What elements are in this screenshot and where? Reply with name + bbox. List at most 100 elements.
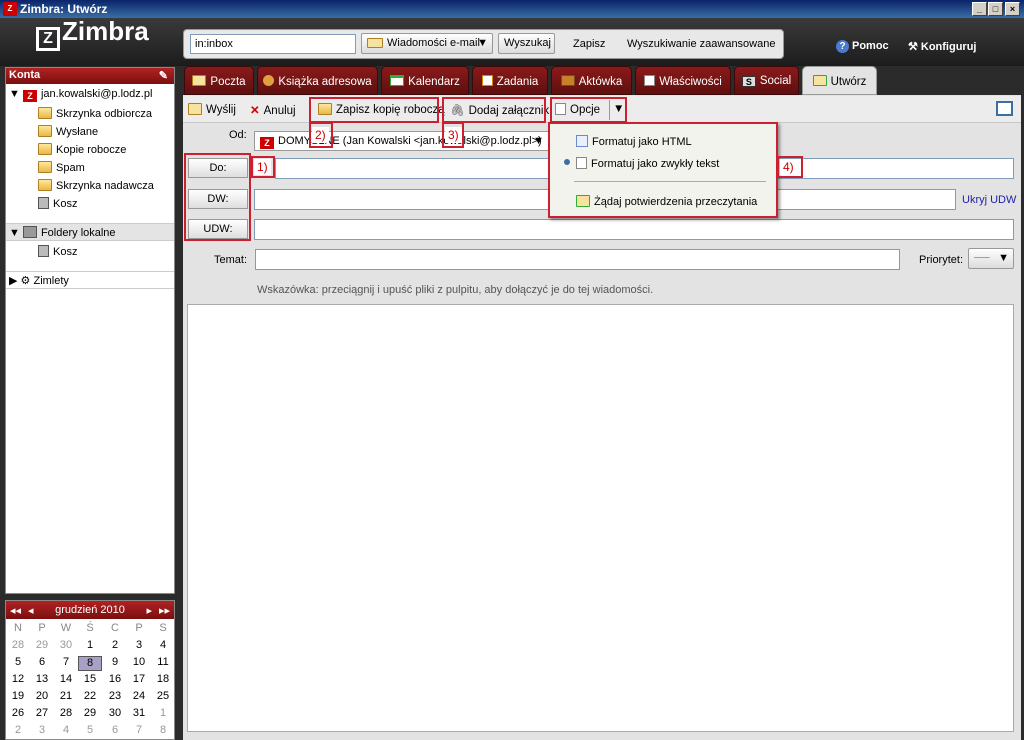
calendar-day[interactable]: 30 bbox=[103, 707, 127, 719]
search-type-select[interactable]: Wiadomości e-mail ▼ bbox=[361, 33, 493, 54]
annotation-box-4 bbox=[550, 97, 627, 123]
chevron-down-icon: ▼ bbox=[477, 37, 488, 49]
tab-calendar[interactable]: Kalendarz bbox=[381, 66, 469, 95]
calendar-day[interactable]: 5 bbox=[78, 724, 102, 736]
folder-sent[interactable]: Wysłane bbox=[38, 125, 98, 138]
calendar-day[interactable]: 29 bbox=[78, 707, 102, 719]
calendar-day[interactable]: 22 bbox=[78, 690, 102, 702]
bcc-field[interactable] bbox=[254, 219, 1014, 240]
tab-preferences[interactable]: Właściwości bbox=[635, 66, 731, 95]
calendar-day[interactable]: 21 bbox=[54, 690, 78, 702]
menu-item-format-plain[interactable]: Formatuj jako zwykły tekst bbox=[576, 157, 719, 170]
calendar-day[interactable]: 11 bbox=[151, 656, 175, 668]
calendar-icon bbox=[390, 75, 405, 86]
detach-window-icon[interactable] bbox=[996, 101, 1013, 116]
folder-trash[interactable]: Kosz bbox=[38, 197, 77, 210]
calendar-day[interactable]: 4 bbox=[151, 639, 175, 651]
menu-item-read-receipt[interactable]: Żądaj potwierdzenia przeczytania bbox=[576, 195, 757, 208]
briefcase-icon bbox=[560, 75, 575, 86]
calendar-day[interactable]: 16 bbox=[103, 673, 127, 685]
calendar-day[interactable]: 19 bbox=[6, 690, 30, 702]
send-button[interactable]: Wyślij bbox=[188, 100, 236, 120]
subject-field[interactable] bbox=[255, 249, 900, 270]
expand-arrow-icon[interactable]: ▼ bbox=[9, 227, 20, 239]
calendar-day[interactable]: 30 bbox=[54, 639, 78, 651]
calendar-day[interactable]: 7 bbox=[54, 656, 78, 668]
next-year-button[interactable]: ▸▸ bbox=[159, 604, 170, 617]
calendar-day[interactable]: 2 bbox=[6, 724, 30, 736]
menu-item-format-html[interactable]: Formatuj jako HTML bbox=[576, 135, 692, 148]
calendar-day[interactable]: 6 bbox=[103, 724, 127, 736]
advanced-search-link[interactable]: Wyszukiwanie zaawansowane bbox=[627, 38, 775, 50]
calendar-day[interactable]: 9 bbox=[103, 656, 127, 668]
local-folders-row[interactable]: ▼ Foldery lokalne bbox=[6, 223, 174, 241]
calendar-day[interactable]: 25 bbox=[151, 690, 175, 702]
calendar-day[interactable]: 13 bbox=[30, 673, 54, 685]
calendar-day[interactable]: 6 bbox=[30, 656, 54, 668]
calendar-day[interactable]: 2 bbox=[103, 639, 127, 651]
zimlets-row[interactable]: ▶ ⚙ Zimlety bbox=[6, 271, 174, 289]
calendar-day[interactable]: 8 bbox=[151, 724, 175, 736]
help-link[interactable]: ? Pomoc bbox=[836, 40, 889, 53]
calendar-day[interactable]: 26 bbox=[6, 707, 30, 719]
trash-icon bbox=[38, 245, 49, 257]
from-select[interactable]: Z DOMYŚLNE (Jan Kowalski <jan.kowalski@p.… bbox=[254, 131, 549, 151]
calendar-day[interactable]: 12 bbox=[6, 673, 30, 685]
calendar-day[interactable]: 3 bbox=[127, 639, 151, 651]
calendar-day[interactable]: 28 bbox=[54, 707, 78, 719]
message-body-editor[interactable] bbox=[187, 304, 1014, 732]
folder-spam[interactable]: Spam bbox=[38, 161, 85, 174]
sidebar-splitter[interactable] bbox=[175, 67, 183, 740]
tasks-icon bbox=[481, 75, 493, 86]
tab-briefcase[interactable]: Aktówka bbox=[551, 66, 632, 95]
next-month-button[interactable]: ▸ bbox=[146, 604, 152, 617]
tab-mail[interactable]: Poczta bbox=[184, 66, 254, 95]
tab-address-book[interactable]: Książka adresowa bbox=[257, 66, 378, 95]
calendar-day[interactable]: 8 bbox=[78, 656, 102, 671]
tab-tasks[interactable]: Zadania bbox=[472, 66, 548, 95]
calendar-day[interactable]: 1 bbox=[78, 639, 102, 651]
folder-drafts[interactable]: Kopie robocze bbox=[38, 143, 126, 156]
zimbra-app-icon: Z bbox=[3, 2, 17, 16]
contacts-icon bbox=[263, 75, 275, 86]
account-row[interactable]: ▼ Zjan.kowalski@p.lodz.pl bbox=[9, 88, 152, 102]
calendar-day[interactable]: 24 bbox=[127, 690, 151, 702]
folder-outbox[interactable]: Skrzynka nadawcza bbox=[38, 179, 154, 192]
hide-bcc-link[interactable]: Ukryj UDW bbox=[962, 194, 1016, 206]
local-folder-trash[interactable]: Kosz bbox=[38, 245, 77, 258]
calendar-day[interactable]: 14 bbox=[54, 673, 78, 685]
priority-select[interactable]: ── ▼ bbox=[968, 248, 1014, 269]
save-search-button[interactable]: Zapisz bbox=[573, 38, 605, 50]
calendar-day[interactable]: 20 bbox=[30, 690, 54, 702]
expand-arrow-icon[interactable]: ▼ bbox=[9, 88, 20, 100]
pin-icon[interactable]: ✎ bbox=[159, 69, 168, 82]
calendar-day[interactable]: 23 bbox=[103, 690, 127, 702]
calendar-day[interactable]: 29 bbox=[30, 639, 54, 651]
prev-month-button[interactable]: ◂ bbox=[28, 604, 34, 617]
calendar-day[interactable]: 15 bbox=[78, 673, 102, 685]
calendar-day[interactable]: 7 bbox=[127, 724, 151, 736]
calendar-day[interactable]: 18 bbox=[151, 673, 175, 685]
cancel-button[interactable]: ✕ Anuluj bbox=[250, 100, 296, 120]
tab-social[interactable]: S Social bbox=[734, 66, 799, 95]
tab-compose[interactable]: Utwórz bbox=[802, 66, 877, 95]
minimize-button[interactable]: _ bbox=[972, 2, 987, 16]
configure-link[interactable]: ⚒ Konfiguruj bbox=[908, 40, 976, 53]
calendar-day[interactable]: 1 bbox=[151, 707, 175, 719]
calendar-day[interactable]: 17 bbox=[127, 673, 151, 685]
maximize-button[interactable]: □ bbox=[988, 2, 1003, 16]
calendar-day[interactable]: 27 bbox=[30, 707, 54, 719]
annotation-box-1 bbox=[184, 153, 251, 241]
close-button[interactable]: × bbox=[1005, 2, 1020, 16]
calendar-day[interactable]: 3 bbox=[30, 724, 54, 736]
expand-arrow-icon[interactable]: ▶ bbox=[9, 275, 17, 287]
calendar-day[interactable]: 28 bbox=[6, 639, 30, 651]
calendar-day[interactable]: 31 bbox=[127, 707, 151, 719]
calendar-day[interactable]: 4 bbox=[54, 724, 78, 736]
search-input[interactable] bbox=[190, 34, 356, 54]
calendar-day[interactable]: 5 bbox=[6, 656, 30, 668]
calendar-day[interactable]: 10 bbox=[127, 656, 151, 668]
search-button[interactable]: Wyszukaj bbox=[498, 33, 555, 54]
folder-inbox[interactable]: Skrzynka odbiorcza bbox=[38, 107, 152, 120]
prev-year-button[interactable]: ◂◂ bbox=[10, 604, 21, 617]
